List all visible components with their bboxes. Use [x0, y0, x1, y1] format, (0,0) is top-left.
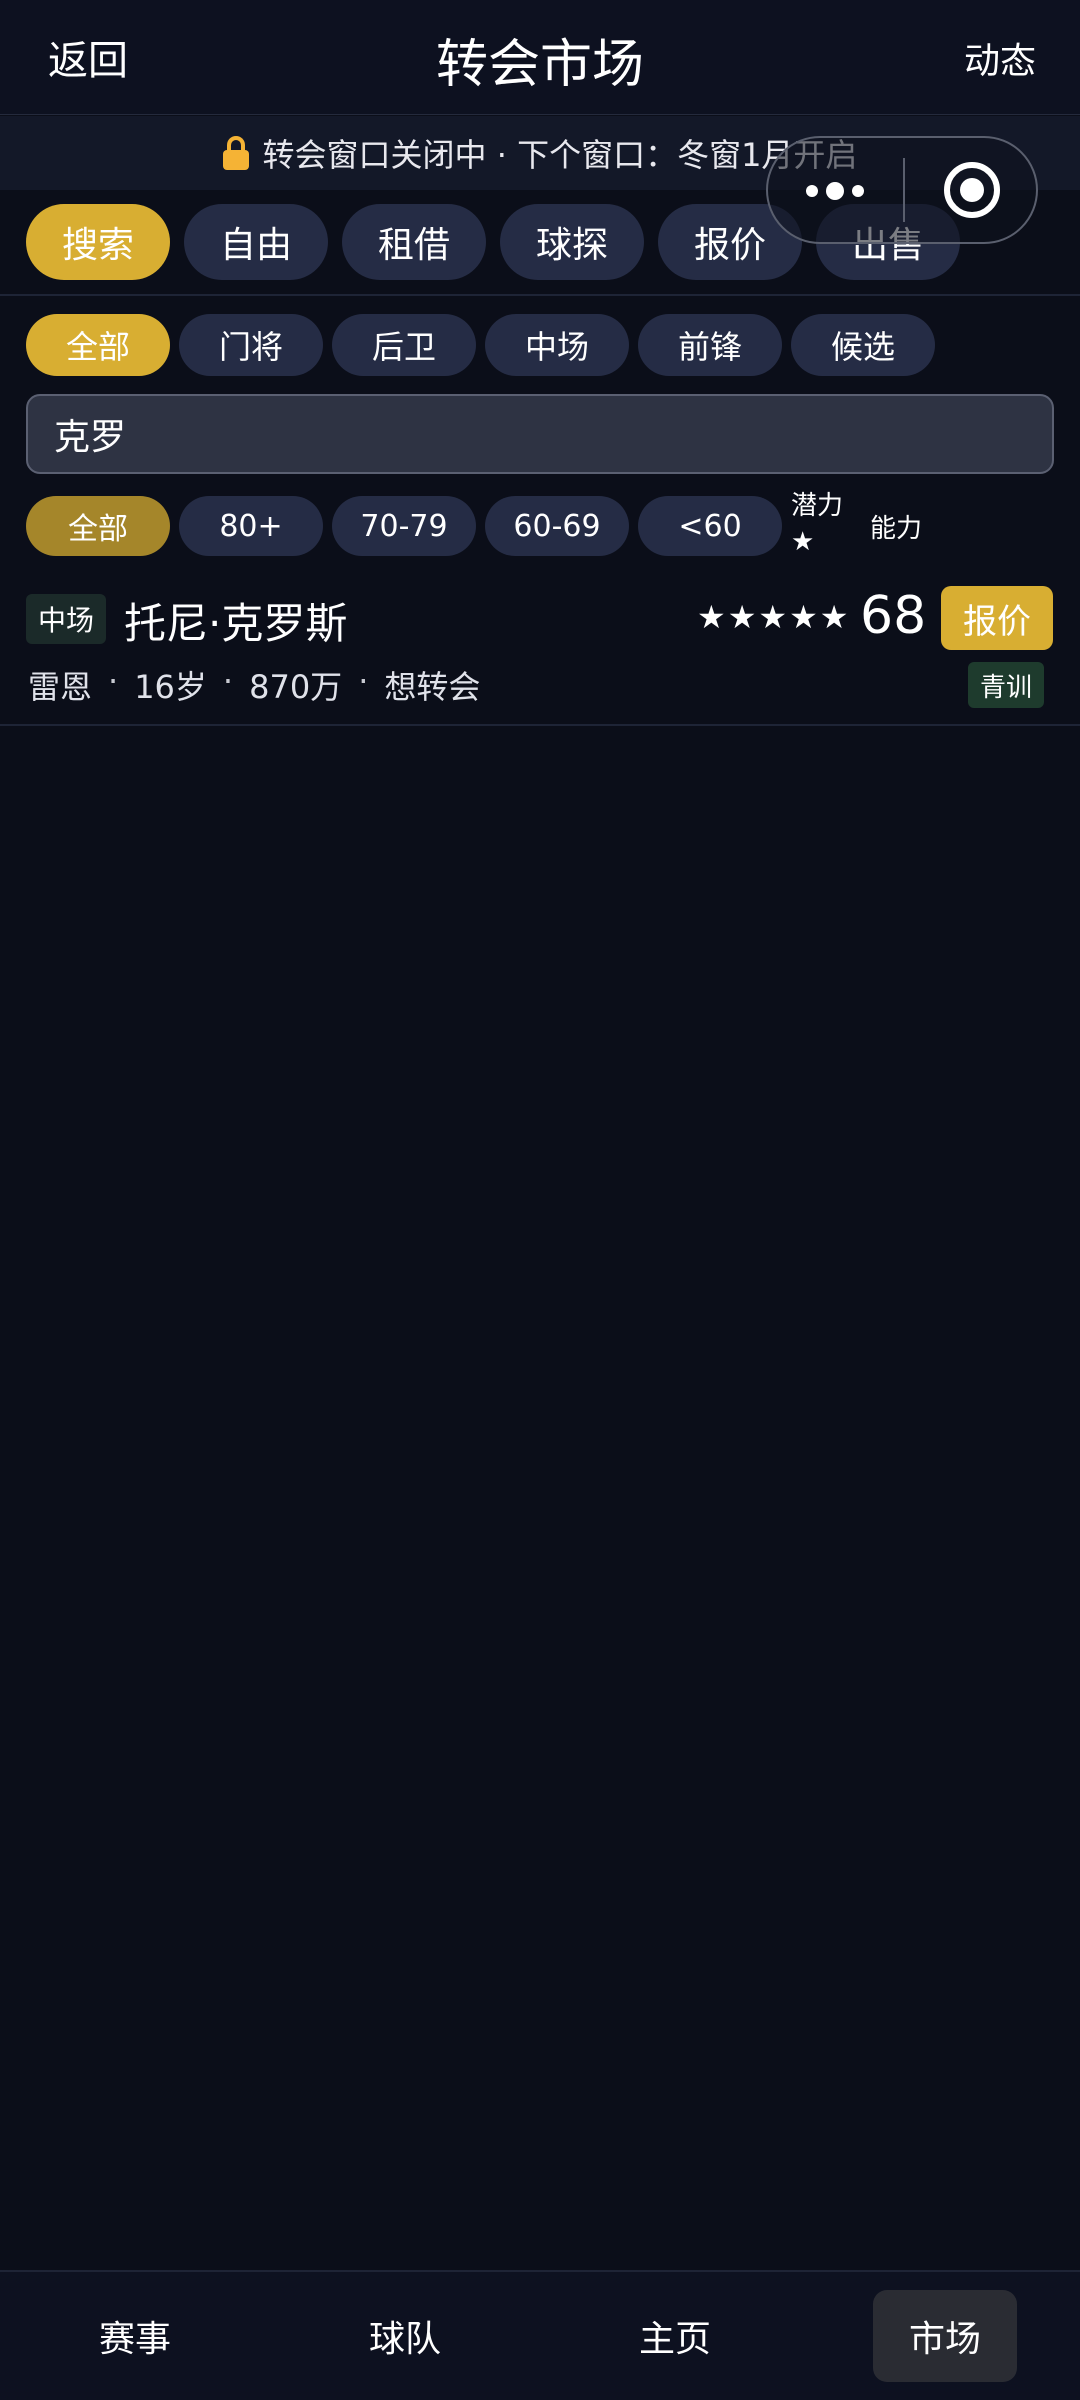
tab-search[interactable]: 搜索 [26, 204, 170, 280]
separator: · [358, 662, 369, 700]
page-title: 转会市场 [435, 35, 644, 95]
player-club: 雷恩 [28, 668, 93, 706]
miniprogram-capsule [766, 136, 1038, 244]
lock-icon [222, 136, 249, 170]
player-row[interactable]: 中场 托尼·克罗斯 ★★★★★ 68 报价 雷恩 · 16岁 · 870万 · … [0, 580, 1080, 726]
potential-stars: ★★★★★ [697, 598, 851, 636]
separator: · [108, 662, 119, 700]
position-defender[interactable]: 后卫 [332, 314, 476, 376]
nav-home[interactable]: 主页 [603, 2290, 747, 2382]
close-target-icon[interactable] [944, 162, 1000, 218]
rating-80-plus[interactable]: 80+ [179, 496, 323, 556]
section-divider [0, 294, 1080, 296]
news-feed-button[interactable]: 动态 [964, 32, 1036, 84]
player-search-input[interactable] [26, 394, 1054, 474]
player-age: 16岁 [134, 668, 207, 706]
player-name[interactable]: 托尼·克罗斯 [124, 590, 347, 651]
sort-by-ability[interactable]: 能力 [870, 508, 922, 545]
make-offer-button[interactable]: 报价 [941, 586, 1053, 650]
transfer-market-page: 返回 转会市场 动态 转会窗口关闭中 · 下个窗口：冬窗1月开启 搜索 自由 租… [0, 0, 1080, 2400]
capsule-divider [903, 158, 905, 222]
tab-loan[interactable]: 租借 [342, 204, 486, 280]
rating-all[interactable]: 全部 [26, 496, 170, 556]
bottom-navigation: 赛事 球队 主页 市场 [0, 2270, 1080, 2400]
player-rating: 68 [860, 586, 927, 646]
sort-by-potential[interactable]: 潜力★ [791, 488, 851, 560]
player-value: 870万 [249, 668, 343, 706]
more-options-icon[interactable] [768, 138, 903, 242]
position-all[interactable]: 全部 [26, 314, 170, 376]
rating-below-60[interactable]: <60 [638, 496, 782, 556]
nav-market[interactable]: 市场 [873, 2290, 1017, 2382]
tab-free-agents[interactable]: 自由 [184, 204, 328, 280]
player-status: 想转会 [384, 668, 481, 706]
separator: · [222, 662, 234, 700]
nav-matches[interactable]: 赛事 [63, 2290, 207, 2382]
rating-70-79[interactable]: 70-79 [332, 496, 476, 556]
rating-60-69[interactable]: 60-69 [485, 496, 629, 556]
position-badge: 中场 [26, 594, 106, 644]
nav-team[interactable]: 球队 [333, 2290, 477, 2382]
position-goalkeeper[interactable]: 门将 [179, 314, 323, 376]
header-bar: 返回 转会市场 动态 [0, 0, 1080, 115]
youth-academy-badge: 青训 [968, 662, 1044, 708]
position-shortlist[interactable]: 候选 [791, 314, 935, 376]
position-forward[interactable]: 前锋 [638, 314, 782, 376]
position-midfielder[interactable]: 中场 [485, 314, 629, 376]
tab-scout[interactable]: 球探 [500, 204, 644, 280]
player-meta: 雷恩 · 16岁 · 870万 · 想转会 [28, 662, 480, 708]
